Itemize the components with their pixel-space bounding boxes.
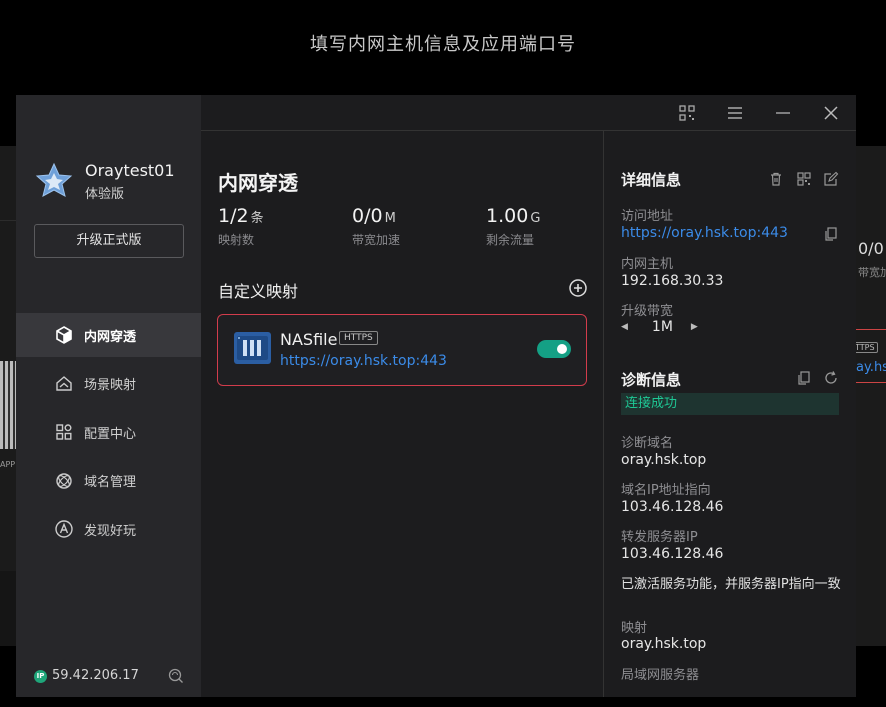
mapping-url-link[interactable]: https://oray.hsk.top:443 <box>280 353 447 369</box>
forward-ip-value: 103.46.128.46 <box>621 546 724 562</box>
copy-icon[interactable] <box>823 226 839 242</box>
cube-icon <box>56 326 72 344</box>
domain-ip-value: 103.46.128.46 <box>621 499 724 515</box>
background-window-right: 0/0 带宽加 TTPS ay.hsk <box>852 146 886 646</box>
refresh-icon[interactable] <box>823 370 839 386</box>
stat-value: 1/2 <box>218 205 249 227</box>
stat-label: 剩余流量 <box>486 233 535 247</box>
stat-unit: G <box>530 211 541 226</box>
stat-label: 带宽加速 <box>352 233 401 247</box>
connection-status: 连接成功 <box>621 393 839 415</box>
scene-icon <box>56 375 72 391</box>
edit-icon[interactable] <box>823 171 839 187</box>
app-window: Oraytest01 体验版 升级正式版 内网穿透 场景映射 配置中心 域名管理… <box>16 95 856 697</box>
decrease-arrow-icon[interactable]: ◀ <box>621 322 628 332</box>
diagnostics-title: 诊断信息 <box>621 371 682 389</box>
add-mapping-icon[interactable] <box>568 278 588 298</box>
sidebar-item-config[interactable]: 配置中心 <box>16 410 201 454</box>
sidebar-item-label: 发现好玩 <box>84 523 137 539</box>
compass-icon <box>55 520 73 538</box>
qr-code-icon[interactable] <box>796 171 812 187</box>
bandwidth-value: 1M <box>651 319 673 335</box>
domain-icon <box>56 472 72 489</box>
sidebar-item-label: 域名管理 <box>84 475 137 490</box>
sidebar-item-label: 配置中心 <box>84 426 137 442</box>
map-value: oray.hsk.top <box>621 636 707 652</box>
map-label: 映射 <box>621 621 648 636</box>
stat-unit: 条 <box>250 211 264 226</box>
ghost-stat-value: 0/0 <box>858 239 884 258</box>
sidebar-item-label: 内网穿透 <box>84 329 137 345</box>
diag-domain-value: oray.hsk.top <box>621 452 707 468</box>
increase-arrow-icon[interactable]: ▶ <box>691 322 698 332</box>
menu-icon[interactable] <box>726 104 744 122</box>
details-title: 详细信息 <box>621 171 682 189</box>
stat-bandwidth: 0/0 M 带宽加速 <box>352 205 400 248</box>
sidebar-item-domain[interactable]: 域名管理 <box>16 459 201 503</box>
sidebar-item-discover[interactable]: 发现好玩 <box>16 507 201 551</box>
stat-unit: M <box>384 211 396 226</box>
access-label: 访问地址 <box>621 209 674 224</box>
host-value: 192.168.30.33 <box>621 273 724 289</box>
ip-badge: IP <box>34 670 47 683</box>
intranet-panel: 内网穿透 1/2 条 映射数 0/0 M 带宽加速 1.00 G 剩余流量 自定义映射 <box>201 131 603 697</box>
minimize-icon[interactable] <box>774 104 792 122</box>
ghost-link: ay.hsk <box>856 360 886 375</box>
host-label: 内网主机 <box>621 257 674 272</box>
close-icon[interactable] <box>822 104 840 122</box>
lan-server-label: 局域网服务器 <box>621 668 700 683</box>
copy-icon[interactable] <box>796 370 812 386</box>
diag-domain-label: 诊断域名 <box>621 436 674 451</box>
sidebar: Oraytest01 体验版 升级正式版 内网穿透 场景映射 配置中心 域名管理… <box>16 95 201 697</box>
domain-ip-label: 域名IP地址指向 <box>621 483 711 498</box>
public-ip: 59.42.206.17 <box>52 668 139 683</box>
user-name: Oraytest01 <box>85 161 175 180</box>
mapping-card[interactable]: NASfile HTTPS https://oray.hsk.top:443 <box>217 314 587 386</box>
sidebar-item-label: 场景映射 <box>84 378 137 393</box>
qr-label: APP <box>0 460 16 469</box>
star-avatar-icon <box>35 162 73 197</box>
main-area: 内网穿透 1/2 条 映射数 0/0 M 带宽加速 1.00 G 剩余流量 自定义映射 <box>201 95 856 697</box>
qr-code-image <box>0 361 16 449</box>
sidebar-nav: 内网穿透 场景映射 配置中心 域名管理 发现好玩 <box>16 313 201 556</box>
mapping-section-title: 自定义映射 <box>218 282 299 301</box>
mapping-toggle[interactable] <box>537 340 571 358</box>
bandwidth-stepper: ◀ 1M ▶ <box>621 319 698 335</box>
mapping-name: NASfile <box>280 330 338 349</box>
stat-label: 映射数 <box>218 233 255 247</box>
ghost-stat-label: 带宽加 <box>858 266 886 279</box>
protocol-badge: HTTPS <box>339 331 378 345</box>
stat-value: 1.00 <box>486 205 529 227</box>
stat-traffic: 1.00 G 剩余流量 <box>486 205 540 248</box>
caption: 填写内网主机信息及应用端口号 <box>310 34 576 55</box>
delete-icon[interactable] <box>768 171 784 187</box>
title-bar <box>201 95 856 131</box>
stat-value: 0/0 <box>352 205 383 227</box>
sidebar-item-scene[interactable]: 场景映射 <box>16 362 201 406</box>
forward-ip-label: 转发服务器IP <box>621 530 698 545</box>
stat-mappings: 1/2 条 映射数 <box>218 205 264 248</box>
search-refresh-icon[interactable] <box>168 668 184 684</box>
qr-code-icon[interactable] <box>678 104 696 122</box>
access-url-link[interactable]: https://oray.hsk.top:443 <box>621 225 788 241</box>
nas-icon <box>234 332 271 364</box>
details-panel: 详细信息 访问地址 https://oray.hsk.top:443 内网主机 … <box>603 131 856 697</box>
upgrade-button[interactable]: 升级正式版 <box>34 224 184 258</box>
diagnostic-note: 已激活服务功能，并服务器IP指向一致 <box>621 577 841 592</box>
grid-icon <box>56 424 72 440</box>
bandwidth-label: 升级带宽 <box>621 304 674 319</box>
user-tier: 体验版 <box>85 187 125 202</box>
sidebar-item-intranet[interactable]: 内网穿透 <box>16 313 201 357</box>
page-title: 内网穿透 <box>218 171 298 195</box>
